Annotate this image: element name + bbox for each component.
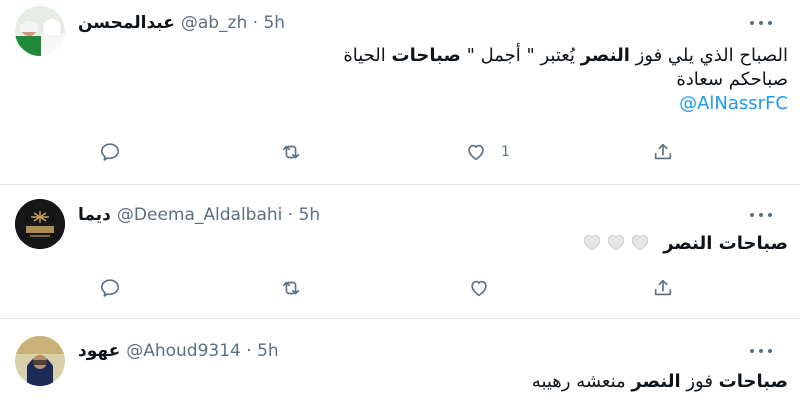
- share-icon: [654, 279, 672, 296]
- like-button[interactable]: 1: [465, 140, 510, 164]
- tweet-actions: 1: [0, 140, 800, 164]
- like-button[interactable]: [468, 276, 490, 300]
- more-options-button[interactable]: [750, 344, 772, 358]
- like-icon: [468, 144, 484, 161]
- share-button[interactable]: [652, 140, 674, 164]
- more-options-button[interactable]: [750, 208, 772, 222]
- avatar[interactable]: [15, 336, 65, 386]
- tweet-actions: [0, 276, 800, 300]
- dot-icon: [759, 349, 763, 353]
- display-name[interactable]: عبدالمحسن: [78, 13, 175, 33]
- tweet-header: ديما @Deema_Aldalbahi · 5h: [78, 204, 320, 226]
- share-button[interactable]: [652, 276, 674, 300]
- dot-icon: [750, 349, 754, 353]
- retweet-icon: [282, 145, 300, 159]
- user-handle[interactable]: @Deema_Aldalbahi: [117, 205, 282, 225]
- retweet-button[interactable]: [280, 276, 302, 300]
- white-heart-icon: [584, 234, 601, 251]
- reply-icon: [100, 143, 120, 161]
- dot-icon: [768, 21, 772, 25]
- avatar[interactable]: [15, 6, 65, 56]
- retweet-icon: [282, 281, 300, 295]
- dot-icon: [768, 349, 772, 353]
- display-name[interactable]: عهود: [78, 341, 120, 361]
- reply-button[interactable]: [99, 276, 121, 300]
- display-name[interactable]: ديما: [78, 205, 111, 225]
- tweet-line: صباحات النصر: [663, 233, 788, 254]
- user-handle[interactable]: @Ahoud9314: [126, 341, 241, 361]
- heart-emojis: [579, 232, 651, 259]
- tweet-header: عبدالمحسن @ab_zh · 5h: [78, 12, 285, 34]
- separator-dot: ·: [252, 13, 259, 33]
- avatar[interactable]: [15, 199, 65, 249]
- tweet-2[interactable]: ديما @Deema_Aldalbahi · 5h صباحات النصر: [0, 184, 800, 319]
- like-icon: [471, 280, 487, 297]
- mention-link[interactable]: @AlNassrFC: [343, 92, 788, 116]
- timestamp[interactable]: 5h: [257, 341, 279, 361]
- tweet-header: عهود @Ahoud9314 · 5h: [78, 340, 279, 362]
- dot-icon: [750, 21, 754, 25]
- share-icon: [654, 143, 672, 160]
- white-heart-icon: [632, 234, 649, 251]
- user-handle[interactable]: @ab_zh: [181, 13, 247, 33]
- more-options-button[interactable]: [750, 16, 772, 30]
- tweet-line: الصباح الذي يلي فوز النصر يُعتبر " أجمل …: [343, 45, 788, 66]
- tweet-line: صباحكم سعادة: [676, 69, 788, 90]
- separator-dot: ·: [287, 205, 294, 225]
- timestamp[interactable]: 5h: [299, 205, 321, 225]
- dot-icon: [768, 213, 772, 217]
- tweet-1[interactable]: عبدالمحسن @ab_zh · 5h الصباح الذي يلي فوز…: [0, 0, 800, 185]
- separator-dot: ·: [246, 341, 252, 361]
- tweet-3[interactable]: عهود @Ahoud9314 · 5h صباحات فوز النصر منع…: [0, 318, 800, 407]
- like-count: 1: [501, 144, 510, 160]
- reply-icon: [100, 279, 120, 297]
- tweet-text: صباحات النصر: [579, 232, 788, 259]
- timestamp[interactable]: 5h: [263, 13, 285, 33]
- reply-button[interactable]: [99, 140, 121, 164]
- dot-icon: [759, 213, 763, 217]
- dot-icon: [750, 213, 754, 217]
- tweet-text: صباحات فوز النصر منعشه رهيبه: [531, 371, 788, 392]
- tweet-text: الصباح الذي يلي فوز النصر يُعتبر " أجمل …: [343, 44, 788, 116]
- dot-icon: [759, 21, 763, 25]
- white-heart-icon: [608, 234, 625, 251]
- retweet-button[interactable]: [280, 140, 302, 164]
